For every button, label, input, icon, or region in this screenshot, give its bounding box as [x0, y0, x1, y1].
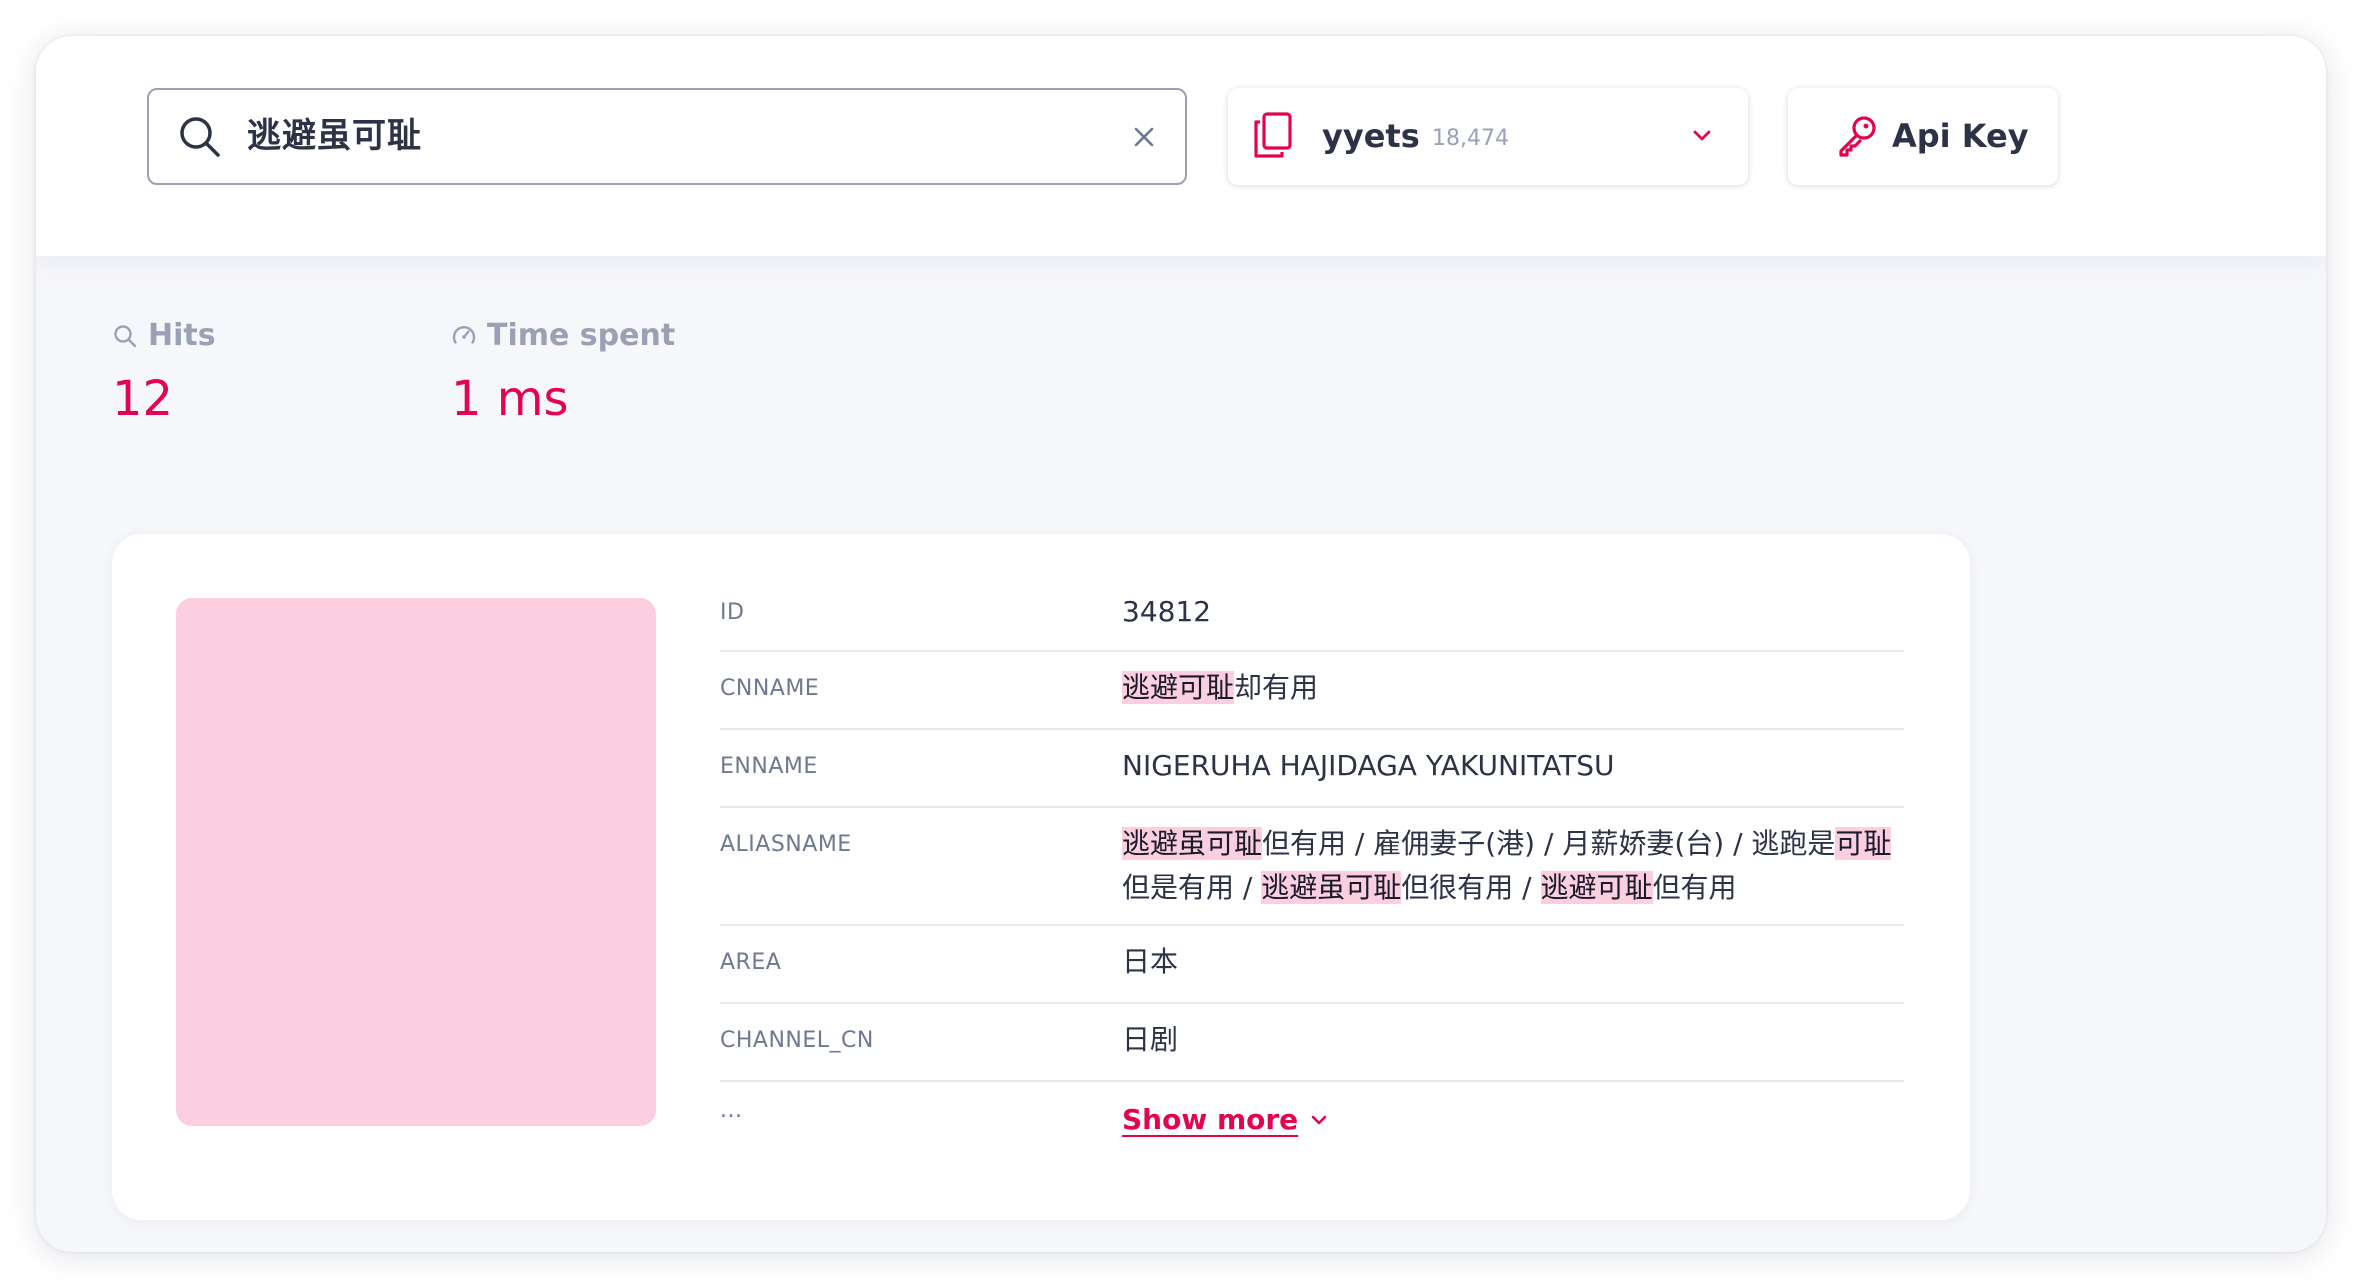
poster-image	[176, 598, 656, 1126]
show-more-button[interactable]: Show more	[1122, 1098, 1328, 1142]
field-key-ellipsis: ...	[720, 1098, 743, 1123]
field-text: 但很有用 /	[1401, 871, 1541, 904]
highlight-match: 逃避虽可耻	[1261, 871, 1402, 904]
show-more-label: Show more	[1122, 1103, 1299, 1136]
field-text: 但有用	[1652, 871, 1737, 904]
field-key: ENNAME	[720, 754, 818, 779]
time-spent-stat: Time spent 1 ms	[451, 318, 675, 427]
index-selector[interactable]: yyets 18,474	[1228, 88, 1748, 185]
time-label-row: Time spent	[451, 318, 675, 353]
hits-stat: Hits 12	[112, 318, 216, 427]
chevron-down-icon	[1311, 1115, 1327, 1125]
field-value: 日本	[1122, 945, 1179, 978]
field-key: AREA	[720, 950, 782, 975]
key-icon	[1839, 116, 1876, 157]
copy-documents-icon	[1254, 112, 1292, 158]
top-bar: 逃避虽可耻 yyets 18,474 Api Key	[36, 36, 2326, 256]
result-fields: ID 34812 CNNAME 逃避可耻却有用 ENNAME NIGERUHA …	[720, 574, 1904, 1152]
field-key: ALIASNAME	[720, 832, 852, 857]
chevron-down-icon	[1693, 130, 1711, 141]
field-row-area: AREA 日本	[720, 926, 1904, 1004]
highlight-match: 可耻	[1835, 827, 1892, 860]
field-text: 但有用 / 雇佣妻子(港) / 月薪娇妻(台) / 逃跑是	[1262, 827, 1836, 860]
field-value: NIGERUHA HAJIDAGA YAKUNITATSU	[1122, 749, 1615, 782]
search-box[interactable]: 逃避虽可耻	[147, 88, 1187, 185]
time-spent-label: Time spent	[487, 318, 676, 353]
field-value: 逃避虽可耻但有用 / 雇佣妻子(港) / 月薪娇妻(台) / 逃跑是可耻但是有用…	[1122, 822, 1904, 910]
field-text: 却有用	[1234, 671, 1319, 704]
field-row-more: ... Show more	[720, 1082, 1904, 1152]
field-key: CNNAME	[720, 676, 820, 701]
highlight-match: 逃避虽可耻	[1122, 827, 1263, 860]
field-row-enname: ENNAME NIGERUHA HAJIDAGA YAKUNITATSU	[720, 730, 1904, 808]
field-row-aliasname: ALIASNAME 逃避虽可耻但有用 / 雇佣妻子(港) / 月薪娇妻(台) /…	[720, 808, 1904, 926]
highlight-match: 逃避可耻	[1122, 671, 1235, 704]
field-row-channel-cn: CHANNEL_CN 日剧	[720, 1004, 1904, 1082]
search-icon	[114, 324, 137, 347]
search-input[interactable]: 逃避虽可耻	[247, 90, 422, 183]
field-value: 逃避可耻却有用	[1122, 666, 1904, 710]
field-value: Show more	[1122, 1098, 1904, 1142]
highlight-match: 逃避可耻	[1540, 871, 1653, 904]
api-key-button[interactable]: Api Key	[1788, 88, 2058, 185]
result-card: ID 34812 CNNAME 逃避可耻却有用 ENNAME NIGERUHA …	[112, 534, 1970, 1220]
app-window: 逃避虽可耻 yyets 18,474 Api Key Hits 12 Time …	[36, 36, 2326, 1252]
hits-label-row: Hits	[112, 318, 216, 353]
hits-value: 12	[112, 371, 174, 427]
field-row-cnname: CNNAME 逃避可耻却有用	[720, 652, 1904, 730]
api-key-label: Api Key	[1892, 117, 2029, 155]
field-row-id: ID 34812	[720, 574, 1904, 652]
field-text: 但是有用 /	[1122, 871, 1262, 904]
time-spent-value: 1 ms	[451, 371, 569, 427]
field-key: ID	[720, 600, 745, 625]
field-key: CHANNEL_CN	[720, 1028, 874, 1053]
close-icon[interactable]	[1127, 120, 1161, 154]
search-icon	[180, 117, 220, 157]
field-value: 日剧	[1122, 1023, 1179, 1056]
hits-label: Hits	[148, 318, 216, 353]
document-count: 18,474	[1432, 126, 1509, 151]
speedometer-icon	[452, 325, 476, 344]
index-name: yyets	[1322, 117, 1420, 155]
field-value: 34812	[1122, 595, 1212, 628]
